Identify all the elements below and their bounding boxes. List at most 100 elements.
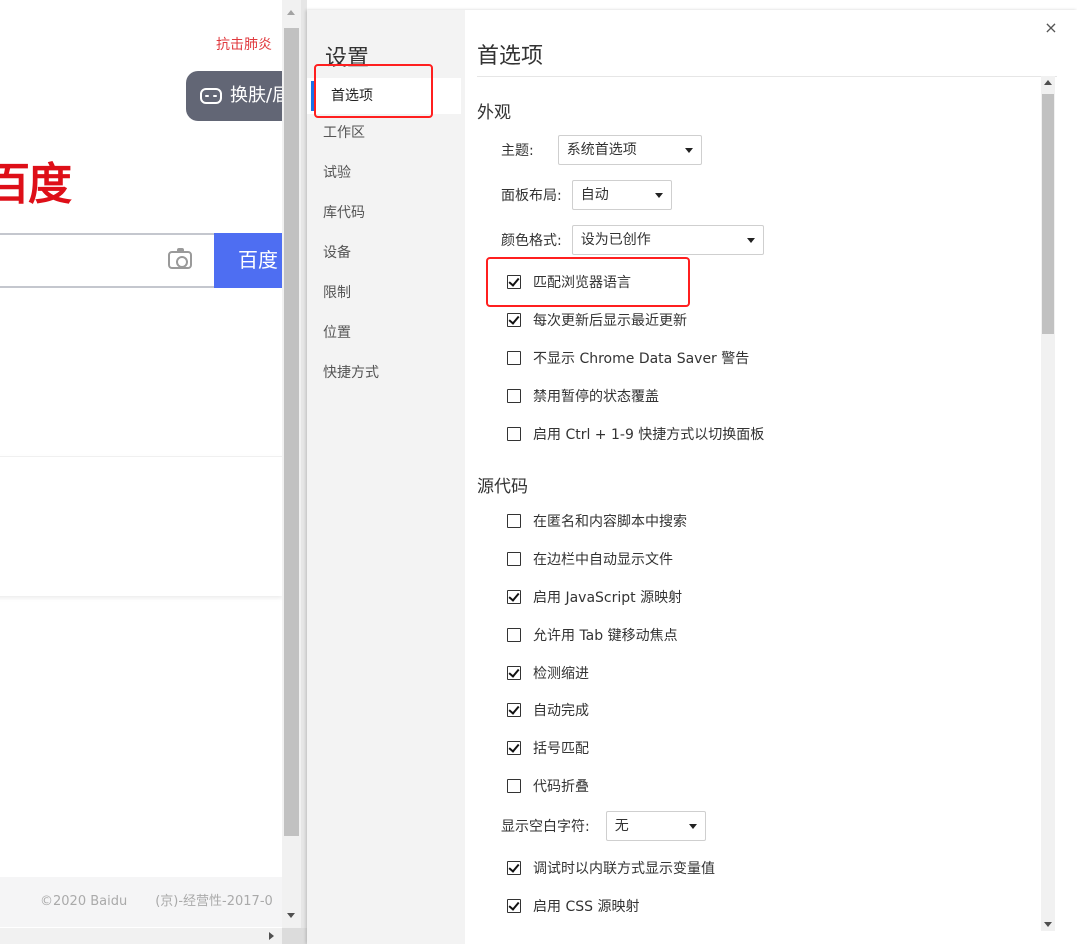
skin-face-icon — [200, 88, 222, 104]
checkbox-box[interactable] — [507, 351, 521, 365]
checkbox-disable-data-saver-warning[interactable]: 不显示 Chrome Data Saver 警告 — [507, 348, 749, 368]
checkbox-box[interactable] — [507, 899, 521, 913]
checkbox-label: 禁用暂停的状态覆盖 — [533, 389, 659, 405]
theme-row: 主题: 系统首选项 — [501, 135, 702, 165]
theme-select[interactable]: 系统首选项 — [557, 135, 702, 165]
scroll-right-arrow-icon[interactable] — [269, 932, 274, 940]
checkbox-label: 每次更新后显示最近更新 — [533, 313, 687, 329]
checkbox-label: 代码折叠 — [533, 779, 589, 795]
scrollbar-corner — [282, 928, 307, 944]
whitespace-select-value: 无 — [614, 818, 629, 834]
page-title: 首选项 — [477, 44, 544, 69]
close-icon[interactable]: × — [1043, 20, 1059, 36]
settings-dialog: 设置 首选项 工作区 试验 库代码 设备 限制 位置 快捷方式 首选项 外观 主… — [307, 10, 1077, 944]
checkbox-show-whats-new[interactable]: 每次更新后显示最近更新 — [507, 310, 687, 330]
checkbox-tab-moves-focus[interactable]: 允许用 Tab 键移动焦点 — [507, 625, 678, 645]
section-title-sources: 源代码 — [477, 477, 528, 497]
scrollbar-thumb[interactable] — [284, 28, 299, 836]
checkbox-label: 在边栏中自动显示文件 — [533, 552, 673, 568]
highlight-match-language — [486, 257, 690, 307]
checkbox-box[interactable] — [507, 514, 521, 528]
baidu-logo: 百度 — [0, 159, 72, 210]
checkbox-ctrl-shortcuts[interactable]: 启用 Ctrl + 1-9 快捷方式以切换面板 — [507, 424, 764, 444]
panel-layout-select-value: 自动 — [580, 187, 609, 203]
scroll-up-arrow-icon[interactable] — [1044, 80, 1052, 85]
checkbox-box[interactable] — [507, 313, 521, 327]
checkbox-autocompletion[interactable]: 自动完成 — [507, 700, 589, 720]
content-card — [0, 456, 282, 596]
checkbox-js-source-maps[interactable]: 启用 JavaScript 源映射 — [507, 587, 682, 607]
checkbox-code-folding[interactable]: 代码折叠 — [507, 776, 589, 796]
color-format-label: 颜色格式: — [501, 233, 562, 249]
checkbox-auto-reveal-file[interactable]: 在边栏中自动显示文件 — [507, 549, 673, 569]
sidebar-item-throttling[interactable]: 限制 — [307, 275, 461, 311]
sidebar-item-workspace[interactable]: 工作区 — [307, 115, 461, 151]
chevron-down-icon — [688, 824, 697, 829]
sidebar-item-experiments[interactable]: 试验 — [307, 155, 461, 191]
whitespace-select[interactable]: 无 — [605, 811, 706, 841]
page-horizontal-scrollbar[interactable] — [0, 928, 282, 944]
sidebar-item-shortcuts[interactable]: 快捷方式 — [307, 355, 461, 391]
checkbox-box[interactable] — [507, 552, 521, 566]
theme-select-value: 系统首选项 — [566, 142, 637, 158]
background-page: 抗击肺炎 换肤/届 百度 百度 ©2020 Baidu (京)-经营性-2017-… — [0, 0, 282, 944]
panel-layout-select[interactable]: 自动 — [571, 180, 672, 210]
settings-scrollbar[interactable] — [1041, 76, 1055, 931]
checkbox-label: 检测缩进 — [533, 666, 589, 682]
skin-button-label: 换肤/届 — [230, 85, 282, 106]
panel-layout-row: 面板布局: 自动 — [501, 180, 672, 210]
settings-main: 首选项 外观 主题: 系统首选项 面板布局: 自动 颜色格式: 设为已创作 匹配… — [465, 10, 1077, 944]
checkbox-inline-variable-values[interactable]: 调试时以内联方式显示变量值 — [507, 858, 715, 878]
footer-license[interactable]: (京)-经营性-2017-0 — [155, 894, 273, 909]
footer-copyright: ©2020 Baidu — [40, 894, 128, 909]
scrollbar-thumb[interactable] — [1042, 94, 1054, 334]
search-button[interactable]: 百度 — [214, 233, 282, 288]
scroll-up-arrow-icon[interactable] — [287, 10, 295, 15]
page-footer: ©2020 Baidu (京)-经营性-2017-0 — [0, 877, 282, 927]
whitespace-label: 显示空白字符: — [501, 819, 590, 835]
skin-button[interactable]: 换肤/届 — [186, 71, 282, 121]
color-format-select-value: 设为已创作 — [580, 232, 651, 248]
checkbox-label: 括号匹配 — [533, 741, 589, 757]
sidebar-item-ignore-list[interactable]: 库代码 — [307, 195, 461, 231]
checkbox-box[interactable] — [507, 861, 521, 875]
scroll-down-arrow-icon[interactable] — [287, 913, 295, 918]
section-title-appearance: 外观 — [477, 103, 511, 123]
color-format-select[interactable]: 设为已创作 — [571, 225, 764, 255]
sidebar-item-locations[interactable]: 位置 — [307, 315, 461, 351]
chevron-down-icon — [654, 193, 663, 198]
camera-icon[interactable] — [168, 248, 192, 269]
checkbox-label: 启用 CSS 源映射 — [533, 899, 640, 915]
settings-sidebar: 设置 首选项 工作区 试验 库代码 设备 限制 位置 快捷方式 — [307, 10, 465, 944]
theme-label: 主题: — [501, 143, 534, 159]
checkbox-box[interactable] — [507, 666, 521, 680]
checkbox-label: 调试时以内联方式显示变量值 — [533, 861, 715, 877]
checkbox-css-source-maps[interactable]: 启用 CSS 源映射 — [507, 896, 639, 916]
color-format-row: 颜色格式: 设为已创作 — [501, 225, 764, 255]
checkbox-label: 在匿名和内容脚本中搜索 — [533, 514, 687, 530]
chevron-down-icon — [746, 238, 755, 243]
highlight-preferences-tab — [314, 64, 433, 118]
page-vertical-scrollbar[interactable] — [282, 0, 301, 928]
checkbox-detect-indentation[interactable]: 检测缩进 — [507, 663, 589, 683]
promo-link[interactable]: 抗击肺炎 — [216, 34, 272, 54]
checkbox-label: 启用 Ctrl + 1-9 快捷方式以切换面板 — [533, 427, 765, 443]
checkbox-label: 不显示 Chrome Data Saver 警告 — [533, 351, 750, 367]
checkbox-label: 启用 JavaScript 源映射 — [533, 590, 683, 606]
checkbox-box[interactable] — [507, 703, 521, 717]
checkbox-box[interactable] — [507, 628, 521, 642]
sidebar-item-devices[interactable]: 设备 — [307, 235, 461, 271]
checkbox-box[interactable] — [507, 779, 521, 793]
checkbox-label: 允许用 Tab 键移动焦点 — [533, 628, 678, 644]
title-divider — [477, 76, 1057, 77]
checkbox-box[interactable] — [507, 389, 521, 403]
scroll-down-arrow-icon[interactable] — [1044, 922, 1052, 927]
checkbox-box[interactable] — [507, 741, 521, 755]
panel-layout-label: 面板布局: — [501, 188, 562, 204]
checkbox-box[interactable] — [507, 427, 521, 441]
checkbox-box[interactable] — [507, 590, 521, 604]
checkbox-bracket-matching[interactable]: 括号匹配 — [507, 738, 589, 758]
checkbox-disable-paused-overlay[interactable]: 禁用暂停的状态覆盖 — [507, 386, 659, 406]
search-input[interactable] — [0, 233, 216, 288]
checkbox-search-anonymous-scripts[interactable]: 在匿名和内容脚本中搜索 — [507, 511, 687, 531]
